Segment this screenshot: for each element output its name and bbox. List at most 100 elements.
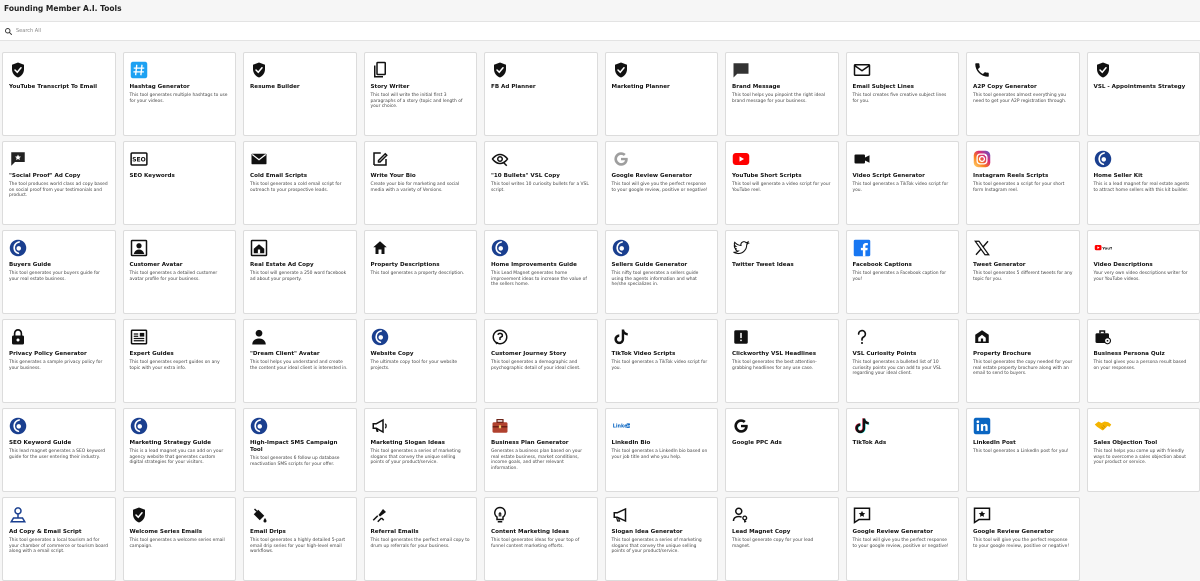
svg-text:in: in — [627, 424, 630, 428]
tool-card[interactable]: YouTube Transcript To Email — [2, 52, 116, 136]
tool-title: Lead Magnet Copy — [732, 529, 832, 536]
tool-card[interactable]: Brand MessageThis tool helps you pinpoin… — [725, 52, 839, 136]
tool-card[interactable]: Customer Journey StoryThis tool generate… — [484, 319, 598, 403]
tool-card[interactable]: Email DripsThis tool generates a highly … — [243, 497, 357, 581]
tool-card[interactable]: Website CopyThe ultimate copy tool for y… — [364, 319, 478, 403]
tool-card[interactable]: Lead Magnet Copy This tool generate copy … — [725, 497, 839, 581]
tool-card[interactable]: Google Review GeneratorThis tool will gi… — [605, 141, 719, 225]
business-bag-icon — [491, 417, 509, 435]
tool-card[interactable]: Hashtag GeneratorThis tool generates mul… — [123, 52, 237, 136]
tool-card[interactable]: Home Seller KitThis is a lead magnet for… — [1087, 141, 1200, 225]
tool-title: FB Ad Planner — [491, 84, 591, 91]
tool-card[interactable]: Real Estate Ad CopyThis tool will genera… — [243, 230, 357, 314]
tool-card[interactable]: Marketing Slogan IdeasThis tool generate… — [364, 408, 478, 492]
tool-title: Video Script Generator — [853, 173, 953, 180]
shield-icon — [1094, 61, 1112, 79]
tool-card[interactable]: Tweet GeneratorThis tool generates 5 dif… — [966, 230, 1080, 314]
tool-description: This lead magnet generates a SEO keyword… — [9, 449, 109, 460]
tool-card[interactable]: Business Persona QuizThis tool gives you… — [1087, 319, 1200, 403]
tiktok-icon — [612, 328, 630, 346]
tool-card[interactable]: SEOSEO Keywords — [123, 141, 237, 225]
search-icon — [4, 27, 13, 36]
tool-title: Tweet Generator — [973, 262, 1073, 269]
guide-icon — [130, 328, 148, 346]
tool-description: This tool will give you the perfect resp… — [973, 538, 1073, 549]
tool-card[interactable]: YouTubeVideo DescriptionsYour very own v… — [1087, 230, 1200, 314]
tool-card[interactable]: Google Review GeneratorThis tool will gi… — [966, 497, 1080, 581]
tool-card[interactable]: Home Improvements GuideThis Lead Magnet … — [484, 230, 598, 314]
tool-card[interactable]: Write Your BioCreate your bio for market… — [364, 141, 478, 225]
tool-card[interactable]: "10 Bullets" VSL CopyThis tool writes 10… — [484, 141, 598, 225]
tool-title: Marketing Planner — [612, 84, 712, 91]
handshake-icon — [1094, 417, 1112, 435]
tool-card[interactable]: VSL Curiosity PointsThis tool generates … — [846, 319, 960, 403]
svg-text:SEO: SEO — [132, 157, 146, 164]
tool-card[interactable]: Marketing Planner — [605, 52, 719, 136]
tool-card[interactable]: Email Subject LinesThis tool creates fiv… — [846, 52, 960, 136]
tool-title: Write Your Bio — [371, 173, 471, 180]
tool-description: This Lead Magnet generates home improvem… — [491, 271, 591, 288]
tool-card[interactable]: Welcome Series EmailsThis tool generates… — [123, 497, 237, 581]
tool-card[interactable]: Privacy Policy GeneratorThis generates a… — [2, 319, 116, 403]
tool-card[interactable]: Facebook CaptionsThis tool generates a F… — [846, 230, 960, 314]
tool-card[interactable]: Story WriterThis tool will write the ini… — [364, 52, 478, 136]
tool-card[interactable]: Cold Email ScriptsThis tool generates a … — [243, 141, 357, 225]
tool-card[interactable]: Business Plan GeneratorGenerates a busin… — [484, 408, 598, 492]
tool-card[interactable]: TikTok Video ScriptsThis tool generates … — [605, 319, 719, 403]
tool-card[interactable]: Google PPC Ads — [725, 408, 839, 492]
tool-card[interactable]: Buyers GuideThis tool generates your buy… — [2, 230, 116, 314]
tool-card[interactable]: Ad Copy & Email ScriptThis tool generate… — [2, 497, 116, 581]
shield-icon — [130, 506, 148, 524]
tool-card[interactable]: High-Impact SMS Campaign ToolThis tool g… — [243, 408, 357, 492]
tool-card[interactable]: Video Script GeneratorThis tool generate… — [846, 141, 960, 225]
tool-card[interactable]: FB Ad Planner — [484, 52, 598, 136]
tool-card[interactable]: YouTube Short ScriptsThis tool will gene… — [725, 141, 839, 225]
tool-card[interactable]: Referral EmailsThis tool generates the p… — [364, 497, 478, 581]
search-input[interactable] — [16, 28, 316, 34]
tool-card[interactable]: Twitter Tweet Ideas — [725, 230, 839, 314]
tool-card[interactable]: Sellers Guide GeneratorThis nifty tool g… — [605, 230, 719, 314]
tool-card[interactable]: Resume Builder — [243, 52, 357, 136]
tool-description: This tool helps you understand and creat… — [250, 360, 350, 371]
tool-card[interactable]: VSL - Appointments Strategy — [1087, 52, 1200, 136]
tool-card[interactable]: TikTok Ads — [846, 408, 960, 492]
tool-card[interactable]: Instagram Reels ScriptsThis tool generat… — [966, 141, 1080, 225]
tool-card[interactable]: LinkedIn PostThis tool generates a Linke… — [966, 408, 1080, 492]
mail-icon — [250, 150, 268, 168]
tool-card[interactable]: Google Review GeneratorThis tool will gi… — [846, 497, 960, 581]
tool-card[interactable]: Property DescriptionsThis tool generates… — [364, 230, 478, 314]
tool-title: Home Seller Kit — [1094, 173, 1194, 180]
tool-description: This tool creates five creative subject … — [853, 93, 953, 104]
tool-title: SEO Keyword Guide — [9, 440, 109, 447]
tool-title: VSL - Appointments Strategy — [1094, 84, 1194, 91]
tool-title: Property Descriptions — [371, 262, 471, 269]
tool-card[interactable]: Sales Objection ToolThis tool helps you … — [1087, 408, 1200, 492]
tool-description: This tool generate copy for your lead ma… — [732, 538, 832, 549]
tool-title: Real Estate Ad Copy — [250, 262, 350, 269]
shield-icon — [612, 61, 630, 79]
tool-description: This generates a sample privacy policy f… — [9, 360, 109, 371]
tool-description: This is a lead magnet you can add on you… — [130, 449, 230, 466]
tool-card[interactable]: Clickworthy VSL HeadlinesThis tool gener… — [725, 319, 839, 403]
tool-card[interactable]: Marketing Strategy GuideThis is a lead m… — [123, 408, 237, 492]
tool-title: TikTok Video Scripts — [612, 351, 712, 358]
tool-description: This tool will give you the perfect resp… — [612, 182, 712, 193]
tool-title: Clickworthy VSL Headlines — [732, 351, 832, 358]
tool-title: Property Brochure — [973, 351, 1073, 358]
tool-card[interactable]: SEO Keyword Guide This lead magnet genera… — [2, 408, 116, 492]
tool-title: Google Review Generator — [853, 529, 953, 536]
tool-card[interactable]: Property BrochureThis tool generates the… — [966, 319, 1080, 403]
tool-card[interactable]: "Social Proof" Ad CopyThe tool produces … — [2, 141, 116, 225]
mail-outline-icon — [853, 61, 871, 79]
tool-card[interactable]: Content Marketing IdeasThis tool generat… — [484, 497, 598, 581]
tool-card[interactable]: A2P Copy GeneratorThis tool generates al… — [966, 52, 1080, 136]
tiktok-color-icon — [853, 417, 871, 435]
tool-card[interactable]: Slogan Idea GeneratorThis tool generates… — [605, 497, 719, 581]
tool-title: LinkedIn Bio — [612, 440, 712, 447]
search-bar — [0, 21, 1200, 41]
tool-description: Generates a business plan based on your … — [491, 449, 591, 472]
tool-card[interactable]: LinkedinLinkedIn BioThis tool generates … — [605, 408, 719, 492]
tool-card[interactable]: "Dream Client" AvatarThis tool helps you… — [243, 319, 357, 403]
tool-card[interactable]: Customer AvatarThis tool generates a det… — [123, 230, 237, 314]
tool-card[interactable]: Expert GuidesThis tool generates expert … — [123, 319, 237, 403]
